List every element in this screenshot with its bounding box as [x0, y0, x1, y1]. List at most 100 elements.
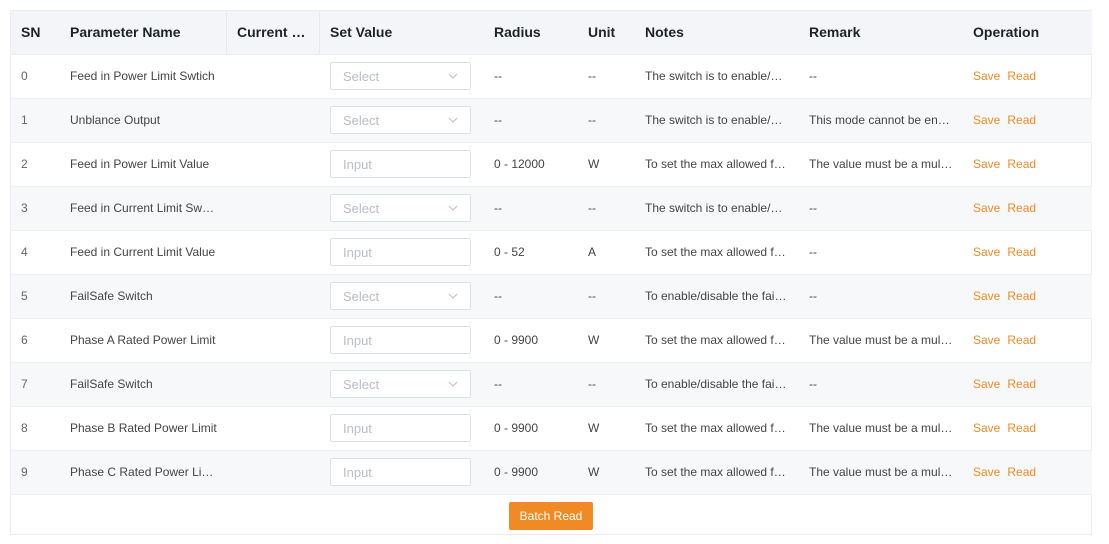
- save-link[interactable]: Save: [973, 201, 1000, 215]
- cell-unit: W: [578, 318, 635, 363]
- select-placeholder: Select: [343, 68, 380, 84]
- input-placeholder: Input: [343, 332, 372, 348]
- cell-set-value: Select: [320, 362, 484, 407]
- cell-parameter-name: Feed in Power Limit Swtich: [60, 54, 227, 99]
- set-value-input[interactable]: Input: [330, 326, 471, 354]
- set-value-select[interactable]: Select: [330, 106, 471, 134]
- input-placeholder: Input: [343, 420, 372, 436]
- read-link[interactable]: Read: [1007, 69, 1036, 83]
- cell-notes: To set the max allowed fe...: [635, 142, 799, 187]
- cell-remark: --: [799, 230, 963, 275]
- cell-operation: Save Read: [963, 362, 1092, 407]
- select-placeholder: Select: [343, 112, 380, 128]
- cell-remark: --: [799, 186, 963, 231]
- table-row: 8 Phase B Rated Power Limit Input 0 - 9900 W…: [11, 406, 1092, 451]
- cell-sn: 5: [11, 274, 60, 319]
- cell-parameter-name: Unblance Output: [60, 98, 227, 143]
- cell-notes: To set the max allowed fe...: [635, 230, 799, 275]
- save-link[interactable]: Save: [973, 377, 1000, 391]
- save-link[interactable]: Save: [973, 333, 1000, 347]
- read-link[interactable]: Read: [1007, 201, 1036, 215]
- set-value-input[interactable]: Input: [330, 150, 471, 178]
- cell-unit: W: [578, 450, 635, 495]
- cell-notes: The switch is to enable/di...: [635, 186, 799, 231]
- cell-sn: 8: [11, 406, 60, 451]
- set-value-input[interactable]: Input: [330, 414, 471, 442]
- cell-notes: To enable/disable the fails...: [635, 274, 799, 319]
- save-link[interactable]: Save: [973, 245, 1000, 259]
- read-link[interactable]: Read: [1007, 333, 1036, 347]
- cell-current-value: [227, 450, 320, 495]
- batch-read-button[interactable]: Batch Read: [509, 501, 593, 530]
- save-link[interactable]: Save: [973, 289, 1000, 303]
- cell-radius: --: [484, 54, 578, 99]
- cell-notes: To enable/disable the fails...: [635, 362, 799, 407]
- cell-set-value: Input: [320, 406, 484, 451]
- cell-current-value: [227, 186, 320, 231]
- input-placeholder: Input: [343, 464, 372, 480]
- cell-notes: To set the max allowed fe...: [635, 406, 799, 451]
- cell-operation: Save Read: [963, 142, 1092, 187]
- cell-sn: 9: [11, 450, 60, 495]
- read-link[interactable]: Read: [1007, 421, 1036, 435]
- read-link[interactable]: Read: [1007, 377, 1036, 391]
- read-link[interactable]: Read: [1007, 113, 1036, 127]
- cell-set-value: Input: [320, 318, 484, 363]
- select-placeholder: Select: [343, 200, 380, 216]
- cell-remark: The value must be a multi...: [799, 450, 963, 495]
- save-link[interactable]: Save: [973, 113, 1000, 127]
- cell-remark: The value must be a multi...: [799, 318, 963, 363]
- cell-unit: --: [578, 98, 635, 143]
- table-header-row: SN Parameter Name Current V... Set Value…: [11, 11, 1092, 55]
- cell-unit: --: [578, 186, 635, 231]
- cell-sn: 6: [11, 318, 60, 363]
- set-value-select[interactable]: Select: [330, 370, 471, 398]
- read-link[interactable]: Read: [1007, 289, 1036, 303]
- table-row: 3 Feed in Current Limit Swtich Select -- -- T…: [11, 186, 1092, 231]
- cell-parameter-name: FailSafe Switch: [60, 274, 227, 319]
- cell-unit: --: [578, 274, 635, 319]
- column-header-operation: Operation: [963, 11, 1092, 55]
- cell-set-value: Input: [320, 142, 484, 187]
- chevron-down-icon: [448, 205, 458, 211]
- cell-current-value: [227, 274, 320, 319]
- read-link[interactable]: Read: [1007, 245, 1036, 259]
- cell-sn: 0: [11, 54, 60, 99]
- cell-sn: 2: [11, 142, 60, 187]
- set-value-select[interactable]: Select: [330, 282, 471, 310]
- column-header-remark: Remark: [799, 11, 963, 55]
- set-value-select[interactable]: Select: [330, 194, 471, 222]
- cell-operation: Save Read: [963, 406, 1092, 451]
- chevron-down-icon: [448, 117, 458, 123]
- set-value-input[interactable]: Input: [330, 238, 471, 266]
- cell-operation: Save Read: [963, 54, 1092, 99]
- cell-notes: The switch is to enable/di...: [635, 98, 799, 143]
- column-header-notes: Notes: [635, 11, 799, 55]
- cell-remark: --: [799, 54, 963, 99]
- save-link[interactable]: Save: [973, 69, 1000, 83]
- cell-unit: W: [578, 406, 635, 451]
- read-link[interactable]: Read: [1007, 157, 1036, 171]
- cell-sn: 1: [11, 98, 60, 143]
- cell-set-value: Select: [320, 186, 484, 231]
- table-row: 9 Phase C Rated Power Limit Input 0 - 9900 W…: [11, 450, 1092, 495]
- table-row: 0 Feed in Power Limit Swtich Select -- -- The…: [11, 54, 1092, 99]
- cell-parameter-name: FailSafe Switch: [60, 362, 227, 407]
- save-link[interactable]: Save: [973, 421, 1000, 435]
- chevron-down-icon: [448, 73, 458, 79]
- cell-radius: 0 - 9900: [484, 318, 578, 363]
- cell-sn: 4: [11, 230, 60, 275]
- read-link[interactable]: Read: [1007, 465, 1036, 479]
- save-link[interactable]: Save: [973, 157, 1000, 171]
- cell-radius: 0 - 12000: [484, 142, 578, 187]
- cell-radius: 0 - 9900: [484, 450, 578, 495]
- column-header-unit: Unit: [578, 11, 635, 55]
- cell-remark: --: [799, 362, 963, 407]
- column-header-sn: SN: [11, 11, 60, 55]
- cell-set-value: Select: [320, 274, 484, 319]
- table-footer: Batch Read: [11, 495, 1091, 537]
- set-value-input[interactable]: Input: [330, 458, 471, 486]
- cell-parameter-name: Phase A Rated Power Limit: [60, 318, 227, 363]
- save-link[interactable]: Save: [973, 465, 1000, 479]
- set-value-select[interactable]: Select: [330, 62, 471, 90]
